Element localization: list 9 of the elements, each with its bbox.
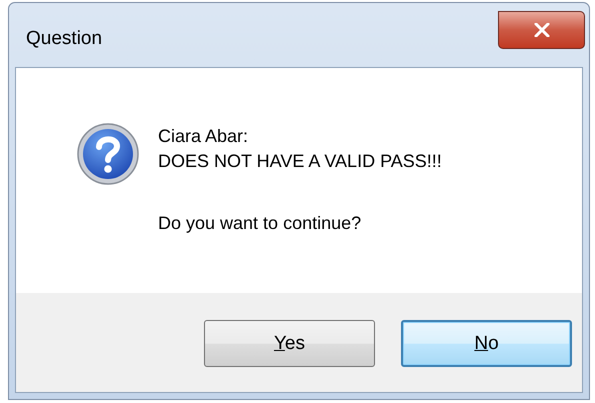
question-icon xyxy=(76,122,140,186)
message-text: Ciara Abar: xyxy=(158,125,250,148)
close-icon xyxy=(534,23,550,37)
no-button[interactable]: No xyxy=(401,320,572,367)
close-button[interactable] xyxy=(498,11,585,49)
question-text: Do you want to continue? xyxy=(158,212,362,235)
yes-button[interactable]: Yes xyxy=(204,320,375,367)
message-text: DOES NOT HAVE A VALID PASS!!! xyxy=(158,150,442,173)
window-title: Question xyxy=(26,28,102,50)
